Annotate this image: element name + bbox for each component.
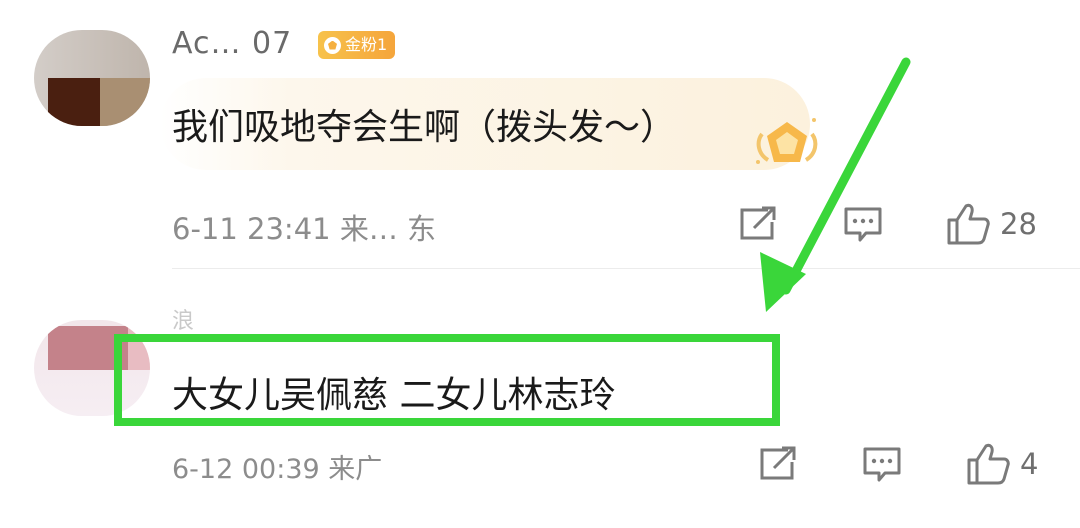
like-icon <box>947 203 990 245</box>
comment-meta: 6-12 00:39 来广 <box>172 447 382 486</box>
like-count: 28 <box>1000 207 1037 241</box>
avatar[interactable] <box>34 320 150 416</box>
avatar-block <box>100 78 150 126</box>
comment-location: 来… 东 <box>339 212 437 246</box>
comment-icon <box>863 447 901 482</box>
comment-time: 6-11 23:41 <box>172 212 331 246</box>
comment-time: 6-12 00:39 <box>172 454 320 485</box>
medal-icon <box>324 36 341 54</box>
reply-button[interactable] <box>862 446 902 484</box>
username[interactable]: 浪 <box>172 303 195 335</box>
comment-item: 浪 大女儿吴佩慈 二女儿林志玲 6-12 00:39 来广 4 <box>0 270 1080 528</box>
share-button[interactable] <box>758 446 798 482</box>
like-icon <box>967 443 1010 485</box>
share-button[interactable] <box>738 206 778 242</box>
like-count: 4 <box>1020 447 1039 481</box>
username[interactable]: Ac… 07 <box>172 26 292 61</box>
divider <box>172 268 1080 269</box>
fan-badge[interactable]: 金粉1 <box>318 31 396 59</box>
share-icon <box>740 206 776 240</box>
trophy-icon <box>756 118 818 164</box>
avatar-block <box>48 326 128 370</box>
comment-location: 来广 <box>328 454 383 485</box>
avatar-block <box>128 326 150 370</box>
comment-list: Ac… 07 金粉1 我们吸地夺会生啊（拨头发～） 6-11 23:41 来… … <box>0 0 1080 528</box>
reply-button[interactable] <box>843 206 883 244</box>
like-button[interactable]: 4 <box>966 442 1038 486</box>
comment-item: Ac… 07 金粉1 我们吸地夺会生啊（拨头发～） 6-11 23:41 来… … <box>0 0 1080 270</box>
comment-icon <box>844 207 882 242</box>
fan-badge-label: 金粉1 <box>345 35 388 54</box>
avatar[interactable] <box>34 30 150 126</box>
share-icon <box>760 446 796 480</box>
comment-text: 大女儿吴佩慈 二女儿林志玲 <box>172 375 616 416</box>
like-button[interactable]: 28 <box>946 202 1037 246</box>
comment-text: 我们吸地夺会生啊（拨头发～） <box>172 107 677 148</box>
avatar-block <box>48 78 100 126</box>
comment-meta: 6-11 23:41 来… 东 <box>172 206 436 248</box>
